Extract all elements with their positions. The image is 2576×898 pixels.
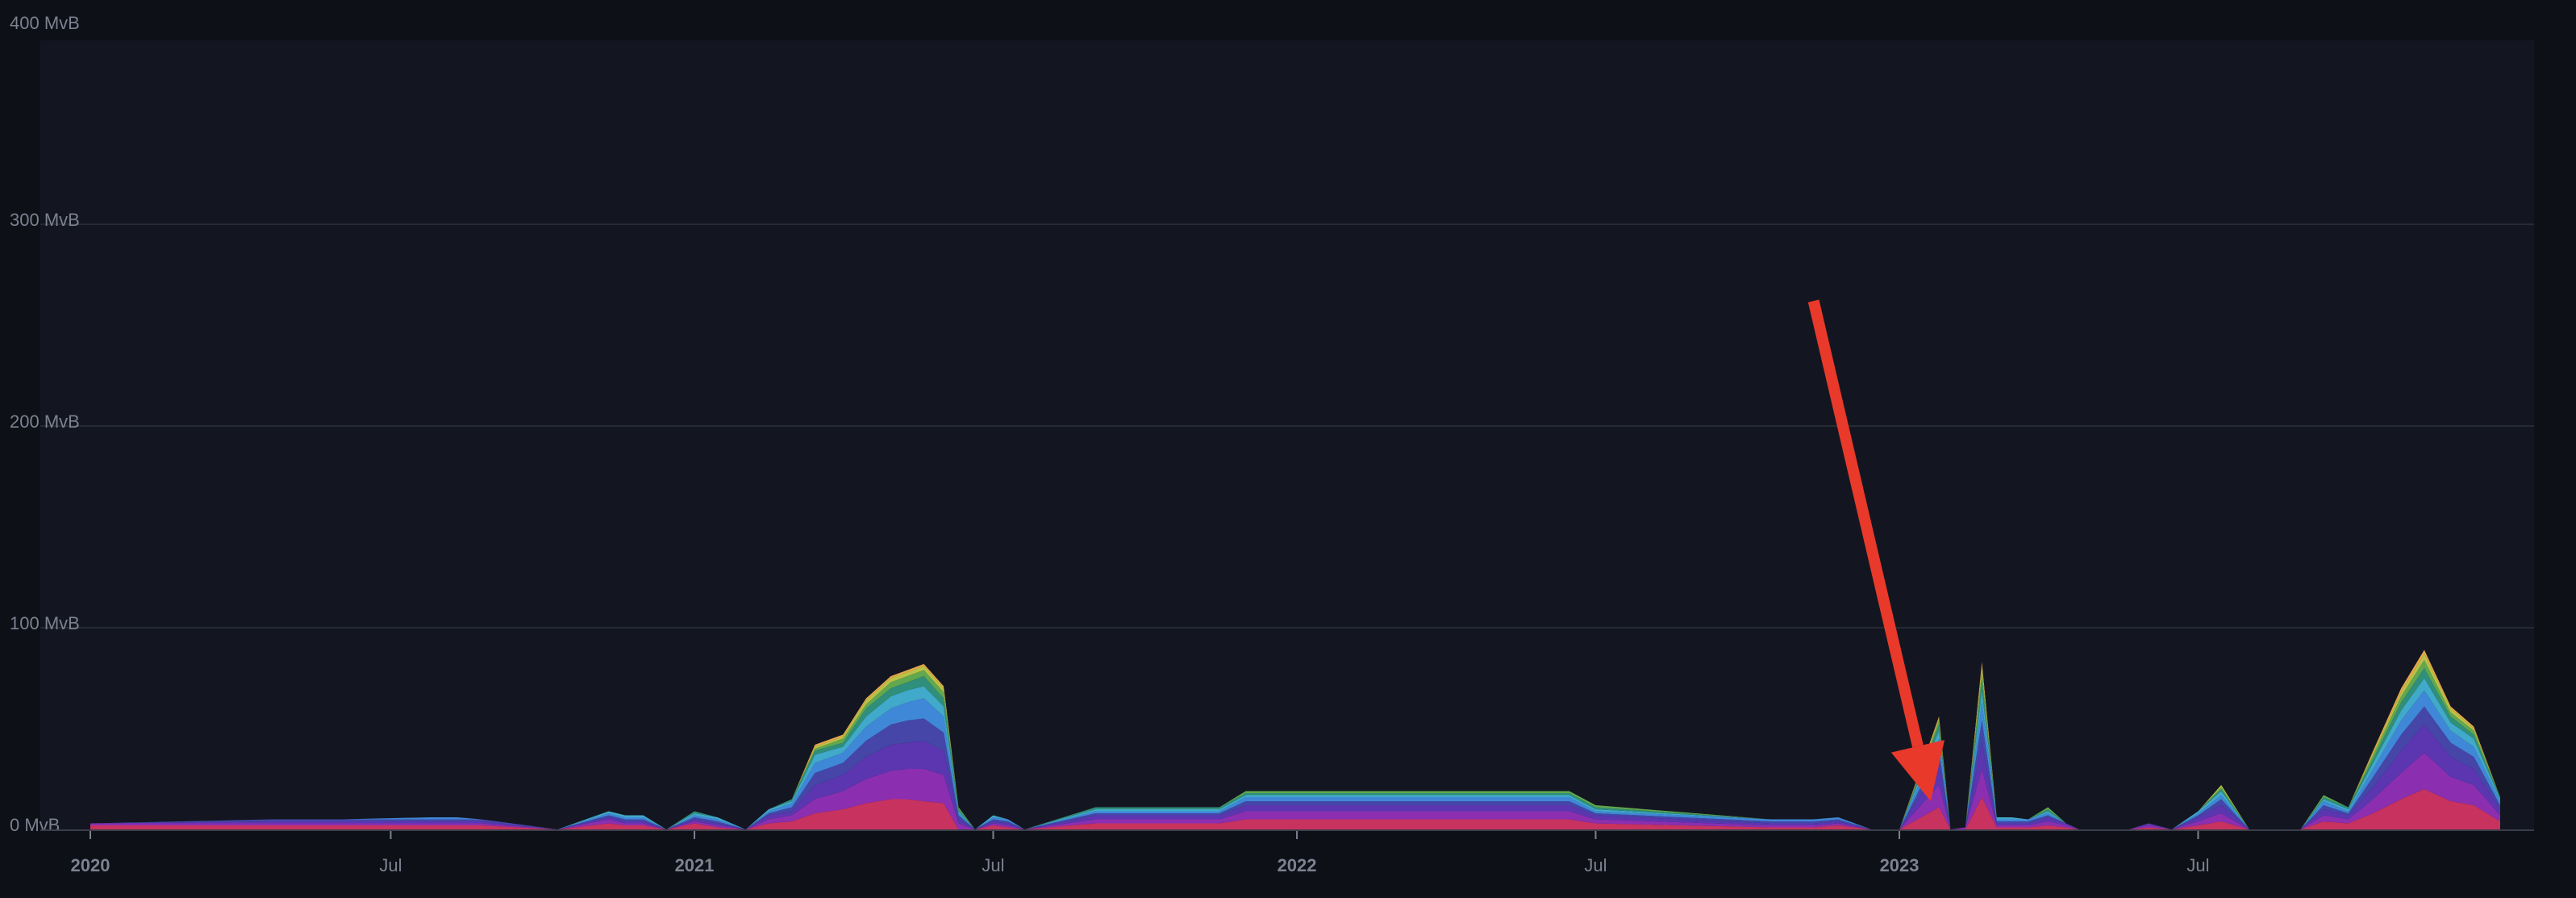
- y-tick-label: 200 MvB: [10, 411, 80, 432]
- y-tick-label: 400 MvB: [10, 13, 80, 33]
- x-tick-label: 2020: [71, 855, 110, 875]
- chart-svg: 0 MvB 100 MvB 200 MvB 300 MvB 400 MvB 2020 Jul…: [10, 13, 2534, 875]
- x-tick-label: Jul: [379, 855, 402, 875]
- x-tick-label: 2021: [675, 855, 715, 875]
- y-tick-label: 100 MvB: [10, 613, 80, 633]
- plot-area: [40, 40, 2534, 829]
- x-tick-label: Jul: [1584, 855, 1607, 875]
- x-tick-label: Jul: [982, 855, 1004, 875]
- y-tick-label: 0 MvB: [10, 815, 60, 835]
- x-tick-label: Jul: [2186, 855, 2209, 875]
- mempool-chart: 0 MvB 100 MvB 200 MvB 300 MvB 400 MvB 2020 Jul…: [0, 0, 2576, 894]
- x-tick-label: 2022: [1278, 855, 1317, 875]
- y-tick-label: 300 MvB: [10, 210, 80, 230]
- x-tick-label: 2023: [1880, 855, 1919, 875]
